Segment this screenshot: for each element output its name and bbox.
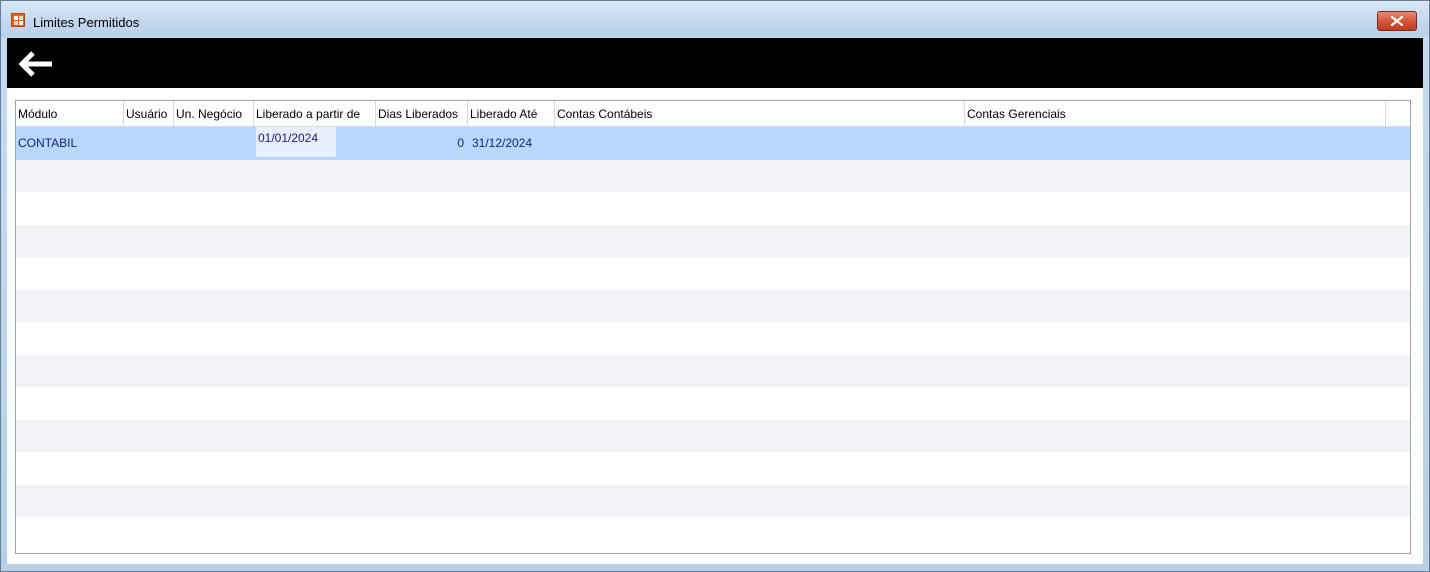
empty-row: [16, 322, 1410, 355]
empty-row: [16, 224, 1410, 257]
cell-dias-liberados[interactable]: 0: [376, 127, 468, 159]
app-window: Limites Permitidos Módulo Usuário Un. Ne…: [0, 0, 1430, 572]
back-button[interactable]: [18, 50, 55, 78]
empty-row: [16, 159, 1410, 192]
column-header-un-negocio[interactable]: Un. Negócio: [174, 101, 254, 127]
empty-row: [16, 517, 1410, 550]
cell-usuario[interactable]: [124, 127, 174, 159]
arrow-left-icon: [18, 51, 52, 77]
grid-header: Módulo Usuário Un. Negócio Liberado a pa…: [16, 101, 1410, 127]
empty-row: [16, 354, 1410, 387]
limits-grid[interactable]: Módulo Usuário Un. Negócio Liberado a pa…: [15, 100, 1411, 554]
empty-row: [16, 484, 1410, 517]
column-header-contas-gerenciais[interactable]: Contas Gerenciais: [965, 101, 1386, 127]
content-area: Módulo Usuário Un. Negócio Liberado a pa…: [7, 88, 1423, 564]
column-header-usuario[interactable]: Usuário: [124, 101, 174, 127]
cell-liberado-ate[interactable]: 31/12/2024: [468, 127, 555, 159]
column-header-liberado-ate[interactable]: Liberado Até: [468, 101, 555, 127]
column-header-liberado-a-partir-de[interactable]: Liberado a partir de: [254, 101, 376, 127]
cell-un-negocio[interactable]: [174, 127, 254, 159]
empty-row: [16, 289, 1410, 322]
window-title: Limites Permitidos: [33, 15, 140, 30]
empty-row: [16, 257, 1410, 290]
close-button[interactable]: [1377, 11, 1417, 31]
close-icon: [1391, 16, 1403, 26]
empty-row: [16, 419, 1410, 452]
column-header-contas-contabeis[interactable]: Contas Contábeis: [555, 101, 965, 127]
app-logo-icon: [11, 13, 25, 27]
empty-row: [16, 387, 1410, 420]
table-row[interactable]: CONTABIL 01/01/2024 0 31/12/2024: [16, 127, 1410, 160]
cell-contas-contabeis[interactable]: [555, 127, 965, 159]
date-edit-field[interactable]: 01/01/2024: [256, 127, 336, 157]
cell-modulo[interactable]: CONTABIL: [16, 127, 124, 159]
empty-row: [16, 192, 1410, 225]
title-bar[interactable]: Limites Permitidos: [1, 1, 1429, 37]
toolbar: [7, 38, 1423, 88]
column-header-dias-liberados[interactable]: Dias Liberados: [376, 101, 468, 127]
cell-contas-gerenciais[interactable]: [965, 127, 1386, 159]
column-header-modulo[interactable]: Módulo: [16, 101, 124, 127]
empty-row: [16, 452, 1410, 485]
